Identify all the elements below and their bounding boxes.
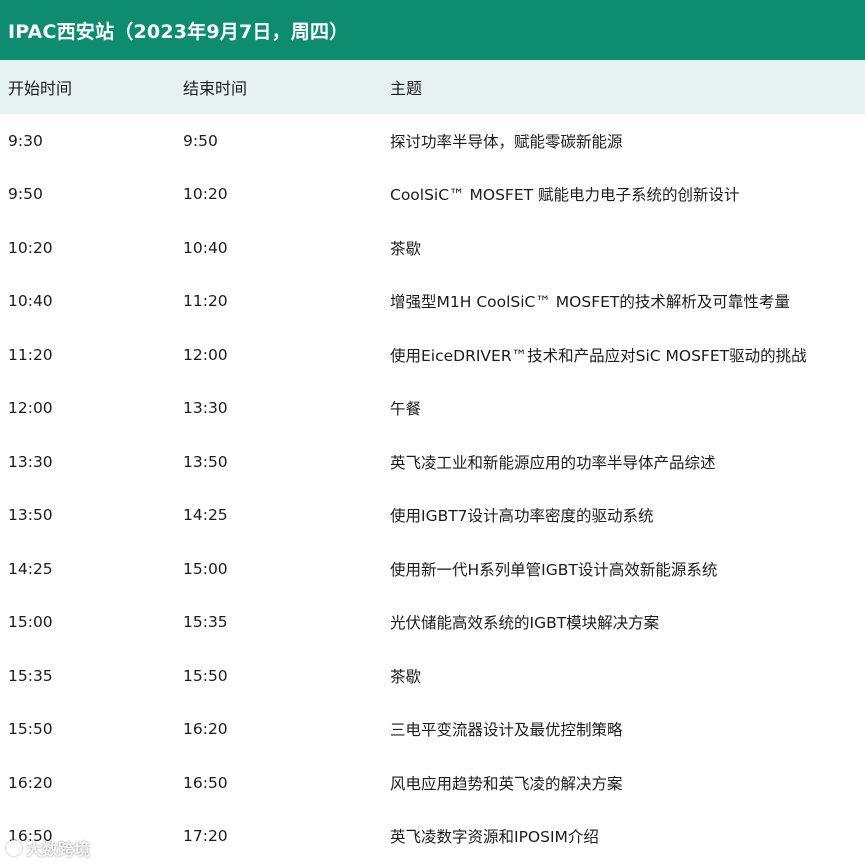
table-row: 11:20 12:00 使用EiceDRIVER™技术和产品应对SiC MOSFET… <box>0 328 865 382</box>
end-time-cell: 15:50 <box>183 666 228 685</box>
table-row: 10:20 10:40 茶歇 <box>0 221 865 275</box>
header-topic: 主题 <box>390 79 423 98</box>
topic-cell: 英飞凌工业和新能源应用的功率半导体产品综述 <box>390 453 716 472</box>
end-time-cell: 15:35 <box>183 613 228 632</box>
end-time-cell: 10:20 <box>183 185 228 204</box>
page-title: IPAC西安站（2023年9月7日，周四） <box>8 20 349 43</box>
end-time-cell: 16:20 <box>183 720 228 739</box>
start-time-cell: 9:50 <box>8 185 43 204</box>
start-time-cell: 12:00 <box>8 399 53 418</box>
end-time-cell: 11:20 <box>183 292 228 311</box>
topic-cell: 风电应用趋势和英飞凌的解决方案 <box>390 774 623 793</box>
table-row: 13:50 14:25 使用IGBT7设计高功率密度的驱动系统 <box>0 489 865 543</box>
end-time-cell: 10:40 <box>183 238 228 257</box>
topic-cell: 三电平变流器设计及最优控制策略 <box>390 721 623 740</box>
topic-cell: 茶歇 <box>390 667 422 686</box>
start-time-cell: 13:30 <box>8 452 53 471</box>
table-row: 16:50 17:20 英飞凌数字资源和IPOSIM介绍 <box>0 810 865 864</box>
table-row: 15:35 15:50 茶歇 <box>0 649 865 703</box>
topic-cell: 光伏储能高效系统的IGBT模块解决方案 <box>390 614 660 633</box>
start-time-cell: 11:20 <box>8 345 53 364</box>
topic-cell: 茶歇 <box>390 239 422 258</box>
title-bar: IPAC西安站（2023年9月7日，周四） <box>0 0 865 60</box>
end-time-cell: 13:50 <box>183 452 228 471</box>
topic-cell: 使用IGBT7设计高功率密度的驱动系统 <box>390 507 654 526</box>
schedule-table: 9:30 9:50 探讨功率半导体，赋能零碳新能源 9:50 10:20 CoolSiC™… <box>0 114 865 863</box>
table-row: 12:00 13:30 午餐 <box>0 382 865 436</box>
end-time-cell: 16:50 <box>183 773 228 792</box>
table-row: 14:25 15:00 使用新一代H系列单管IGBT设计高效新能源系统 <box>0 542 865 596</box>
start-time-cell: 9:30 <box>8 131 43 150</box>
table-row: 13:30 13:50 英飞凌工业和新能源应用的功率半导体产品综述 <box>0 435 865 489</box>
topic-cell: CoolSiC™ MOSFET 赋能电力电子系统的创新设计 <box>390 186 740 205</box>
topic-cell: 使用新一代H系列单管IGBT设计高效新能源系统 <box>390 560 718 579</box>
topic-cell: 英飞凌数字资源和IPOSIM介绍 <box>390 828 599 847</box>
table-header: 开始时间 结束时间 主题 <box>0 60 865 114</box>
table-row: 15:00 15:35 光伏储能高效系统的IGBT模块解决方案 <box>0 596 865 650</box>
end-time-cell: 12:00 <box>183 345 228 364</box>
start-time-cell: 15:50 <box>8 720 53 739</box>
watermark: 大数跨境 <box>6 836 90 860</box>
header-end-time: 结束时间 <box>183 79 248 98</box>
start-time-cell: 15:00 <box>8 613 53 632</box>
end-time-cell: 13:30 <box>183 399 228 418</box>
start-time-cell: 10:20 <box>8 238 53 257</box>
end-time-cell: 14:25 <box>183 506 228 525</box>
topic-cell: 午餐 <box>390 400 422 419</box>
topic-cell: 探讨功率半导体，赋能零碳新能源 <box>390 132 623 151</box>
start-time-cell: 14:25 <box>8 559 53 578</box>
table-row: 16:20 16:50 风电应用趋势和英飞凌的解决方案 <box>0 756 865 810</box>
watermark-text: 大数跨境 <box>26 840 91 859</box>
start-time-cell: 15:35 <box>8 666 53 685</box>
table-row: 9:50 10:20 CoolSiC™ MOSFET 赋能电力电子系统的创新设计 <box>0 168 865 222</box>
start-time-cell: 16:20 <box>8 773 53 792</box>
table-row: 15:50 16:20 三电平变流器设计及最优控制策略 <box>0 703 865 757</box>
start-time-cell: 13:50 <box>8 506 53 525</box>
table-row: 9:30 9:50 探讨功率半导体，赋能零碳新能源 <box>0 114 865 168</box>
start-time-cell: 10:40 <box>8 292 53 311</box>
end-time-cell: 15:00 <box>183 559 228 578</box>
end-time-cell: 9:50 <box>183 131 218 150</box>
end-time-cell: 17:20 <box>183 827 228 846</box>
topic-cell: 增强型M1H CoolSiC™ MOSFET的技术解析及可靠性考量 <box>390 293 790 312</box>
topic-cell: 使用EiceDRIVER™技术和产品应对SiC MOSFET驱动的挑战 <box>390 346 807 365</box>
table-row: 10:40 11:20 增强型M1H CoolSiC™ MOSFET的技术解析及可靠… <box>0 275 865 329</box>
header-start-time: 开始时间 <box>8 79 73 98</box>
logo-icon <box>6 840 22 856</box>
